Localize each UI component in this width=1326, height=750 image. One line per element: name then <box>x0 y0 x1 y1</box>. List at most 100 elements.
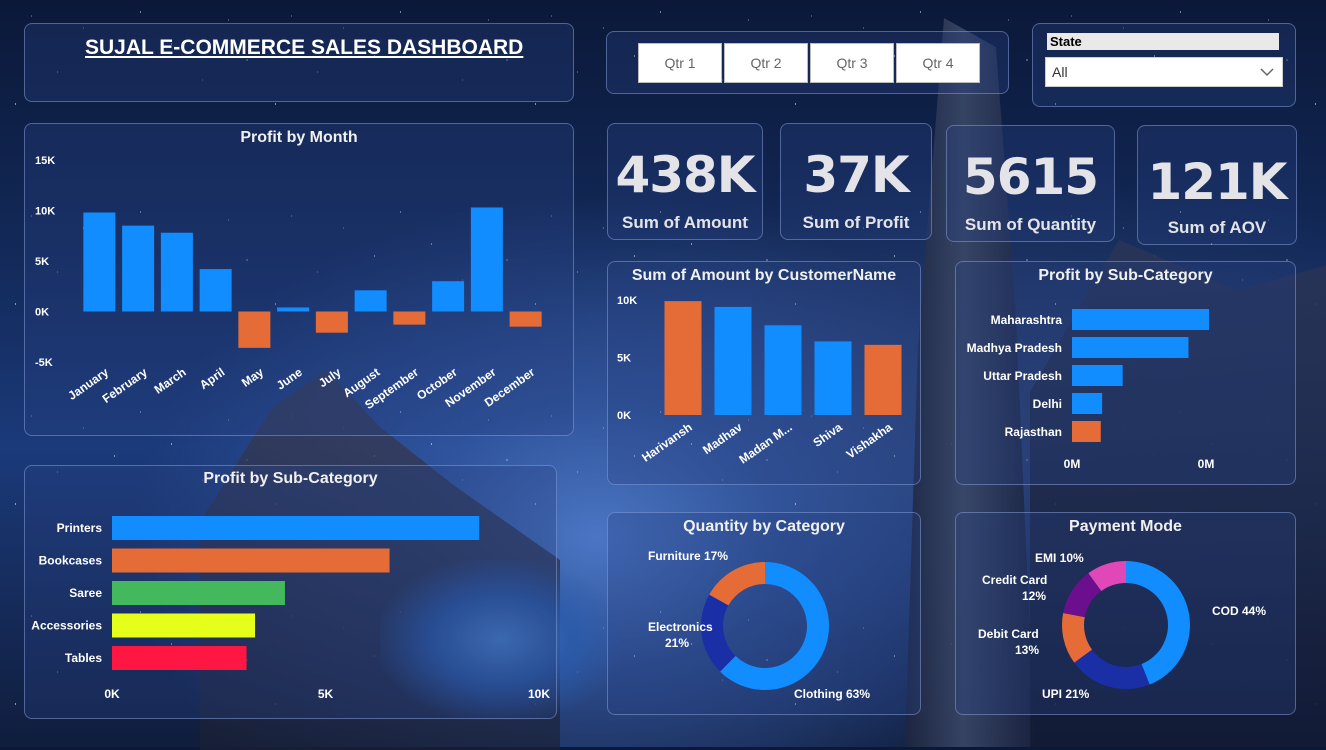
slice-data-label: Credit Card 12% <box>982 573 1047 603</box>
y-tick-label: 0K <box>35 307 49 319</box>
bar <box>83 212 116 312</box>
bar <box>1072 365 1123 386</box>
y-tick-label: -5K <box>35 357 53 369</box>
payment-mode-panel: Payment Mode COD 44% UPI 21% Debit Card 13%… <box>955 512 1296 715</box>
profit-by-state-panel: Profit by Sub-Category Maharashtra Madhya… <box>955 261 1296 485</box>
state-filter: State All <box>1032 23 1296 107</box>
kpi-value: 37K <box>803 146 909 204</box>
x-tick-label: 10K <box>528 687 550 701</box>
slice-data-label: EMI 10% <box>1035 551 1084 565</box>
slice-data-label: COD 44% <box>1212 604 1266 618</box>
x-tick-label: April <box>197 365 227 392</box>
x-tick-label: Madhav <box>700 420 745 457</box>
x-tick-label: 0M <box>1198 457 1215 471</box>
quarter-button-1[interactable]: Qtr 1 <box>638 43 722 83</box>
bar <box>112 516 480 540</box>
bar <box>1072 309 1209 330</box>
x-tick-label: June <box>274 365 305 393</box>
y-tick-label: Accessories <box>31 619 102 633</box>
bar <box>112 581 285 605</box>
bar <box>509 311 542 327</box>
y-tick-label: Saree <box>69 586 102 600</box>
kpi-card-amount: 438K Sum of Amount <box>607 123 763 240</box>
bar <box>199 269 232 312</box>
y-tick-label: 5K <box>617 353 631 365</box>
kpi-value: 121K <box>1147 153 1287 211</box>
x-tick-label: Vishakha <box>844 420 895 462</box>
x-tick-label: July <box>316 365 344 390</box>
payment-mode-chart: COD 44% UPI 21% Debit Card 13% Credit Card 12… <box>978 551 1266 701</box>
chevron-down-icon <box>1260 68 1274 77</box>
profit-by-state-chart: Maharashtra Madhya Pradesh Uttar Pradesh De… <box>967 309 1215 471</box>
kpi-label: Sum of Profit <box>802 213 910 232</box>
profit-by-month-panel: Profit by Month -5K 0K 5K 10K 15K January Febr… <box>24 123 574 436</box>
y-tick-label: 10K <box>617 295 637 307</box>
bar <box>1072 337 1189 358</box>
state-filter-label: State <box>1047 33 1279 50</box>
title-panel: SUJAL E-COMMERCE SALES DASHBOARD <box>24 23 574 102</box>
y-tick-label: 0K <box>617 410 631 422</box>
x-tick-label: 0K <box>104 687 120 701</box>
bar <box>432 281 465 312</box>
quantity-by-category-panel: Quantity by Category Clothing 63% Electro… <box>607 512 921 715</box>
quarter-button-3[interactable]: Qtr 3 <box>810 43 894 83</box>
x-tick-label: Shiva <box>810 420 845 450</box>
x-tick-label: May <box>239 365 266 390</box>
kpi-card-profit: 37K Sum of Profit <box>780 123 932 240</box>
bar <box>864 344 902 415</box>
bar <box>714 306 752 415</box>
y-tick-label: Tables <box>65 651 102 665</box>
y-tick-label: Maharashtra <box>991 313 1063 327</box>
amount-by-customer-chart: 0K 5K 10K Harivansh MadhavMadan M... ShivaVis… <box>617 295 902 467</box>
y-tick-label: Madhya Pradesh <box>967 341 1062 355</box>
kpi-card-quantity: 5615 Sum of Quantity <box>946 125 1115 242</box>
profit-by-subcategory-chart: Printers Bookcases Saree Accessories Tables 0… <box>31 516 550 701</box>
bar <box>112 646 247 670</box>
kpi-value: 5615 <box>962 148 1099 206</box>
x-tick-label: February <box>100 365 150 406</box>
y-tick-label: 5K <box>35 256 49 268</box>
y-tick-label: Printers <box>57 521 103 535</box>
bar <box>1072 421 1101 442</box>
x-tick-label: March <box>152 365 189 397</box>
x-tick-label: 5K <box>318 687 334 701</box>
state-dropdown[interactable]: All <box>1045 57 1283 87</box>
y-tick-label: Bookcases <box>39 554 103 568</box>
slice-data-label: UPI 21% <box>1042 687 1090 701</box>
slice-data-label: Debit Card 13% <box>978 627 1039 657</box>
slice-data-label: Clothing 63% <box>794 687 870 701</box>
kpi-label: Sum of Quantity <box>964 215 1097 234</box>
kpi-card-aov: 121K Sum of AOV <box>1137 125 1297 245</box>
amount-by-customer-panel: Sum of Amount by CustomerName 0K 5K 10K Har… <box>607 261 921 485</box>
kpi-label: Sum of Amount <box>622 213 748 232</box>
y-tick-label: Uttar Pradesh <box>983 369 1062 383</box>
profit-by-subcategory-panel: Profit by Sub-Category Printers Bookcases… <box>24 465 557 719</box>
bar <box>393 311 426 325</box>
kpi-value: 438K <box>615 146 755 204</box>
state-dropdown-value: All <box>1052 64 1068 80</box>
x-tick-label: Harivansh <box>639 420 695 465</box>
y-tick-label: Rajasthan <box>1005 425 1062 439</box>
bar <box>112 613 256 638</box>
bar <box>470 207 503 312</box>
quarter-slicer: Qtr 1 Qtr 2 Qtr 3 Qtr 4 <box>606 31 1009 94</box>
quarter-button-2[interactable]: Qtr 2 <box>724 43 808 83</box>
x-tick-label: 0M <box>1064 457 1081 471</box>
kpi-label: Sum of AOV <box>1167 218 1267 237</box>
bar <box>160 232 193 312</box>
quarter-button-4[interactable]: Qtr 4 <box>896 43 980 83</box>
bar <box>277 307 310 312</box>
y-tick-label: 15K <box>35 155 55 167</box>
bar <box>122 225 155 312</box>
bar <box>112 548 390 573</box>
dashboard-title: SUJAL E-COMMERCE SALES DASHBOARD <box>85 36 524 59</box>
bar <box>664 301 702 415</box>
slice-data-label: Furniture 17% <box>648 549 728 563</box>
bar <box>814 341 852 415</box>
bar <box>315 311 348 333</box>
bar <box>764 325 802 415</box>
profit-by-month-chart: -5K0K5K10K15KJanuaryFebruary March April Ma… <box>35 155 542 412</box>
y-tick-label: Delhi <box>1033 397 1062 411</box>
y-tick-label: 10K <box>35 206 55 218</box>
donut-slice <box>1074 649 1150 689</box>
